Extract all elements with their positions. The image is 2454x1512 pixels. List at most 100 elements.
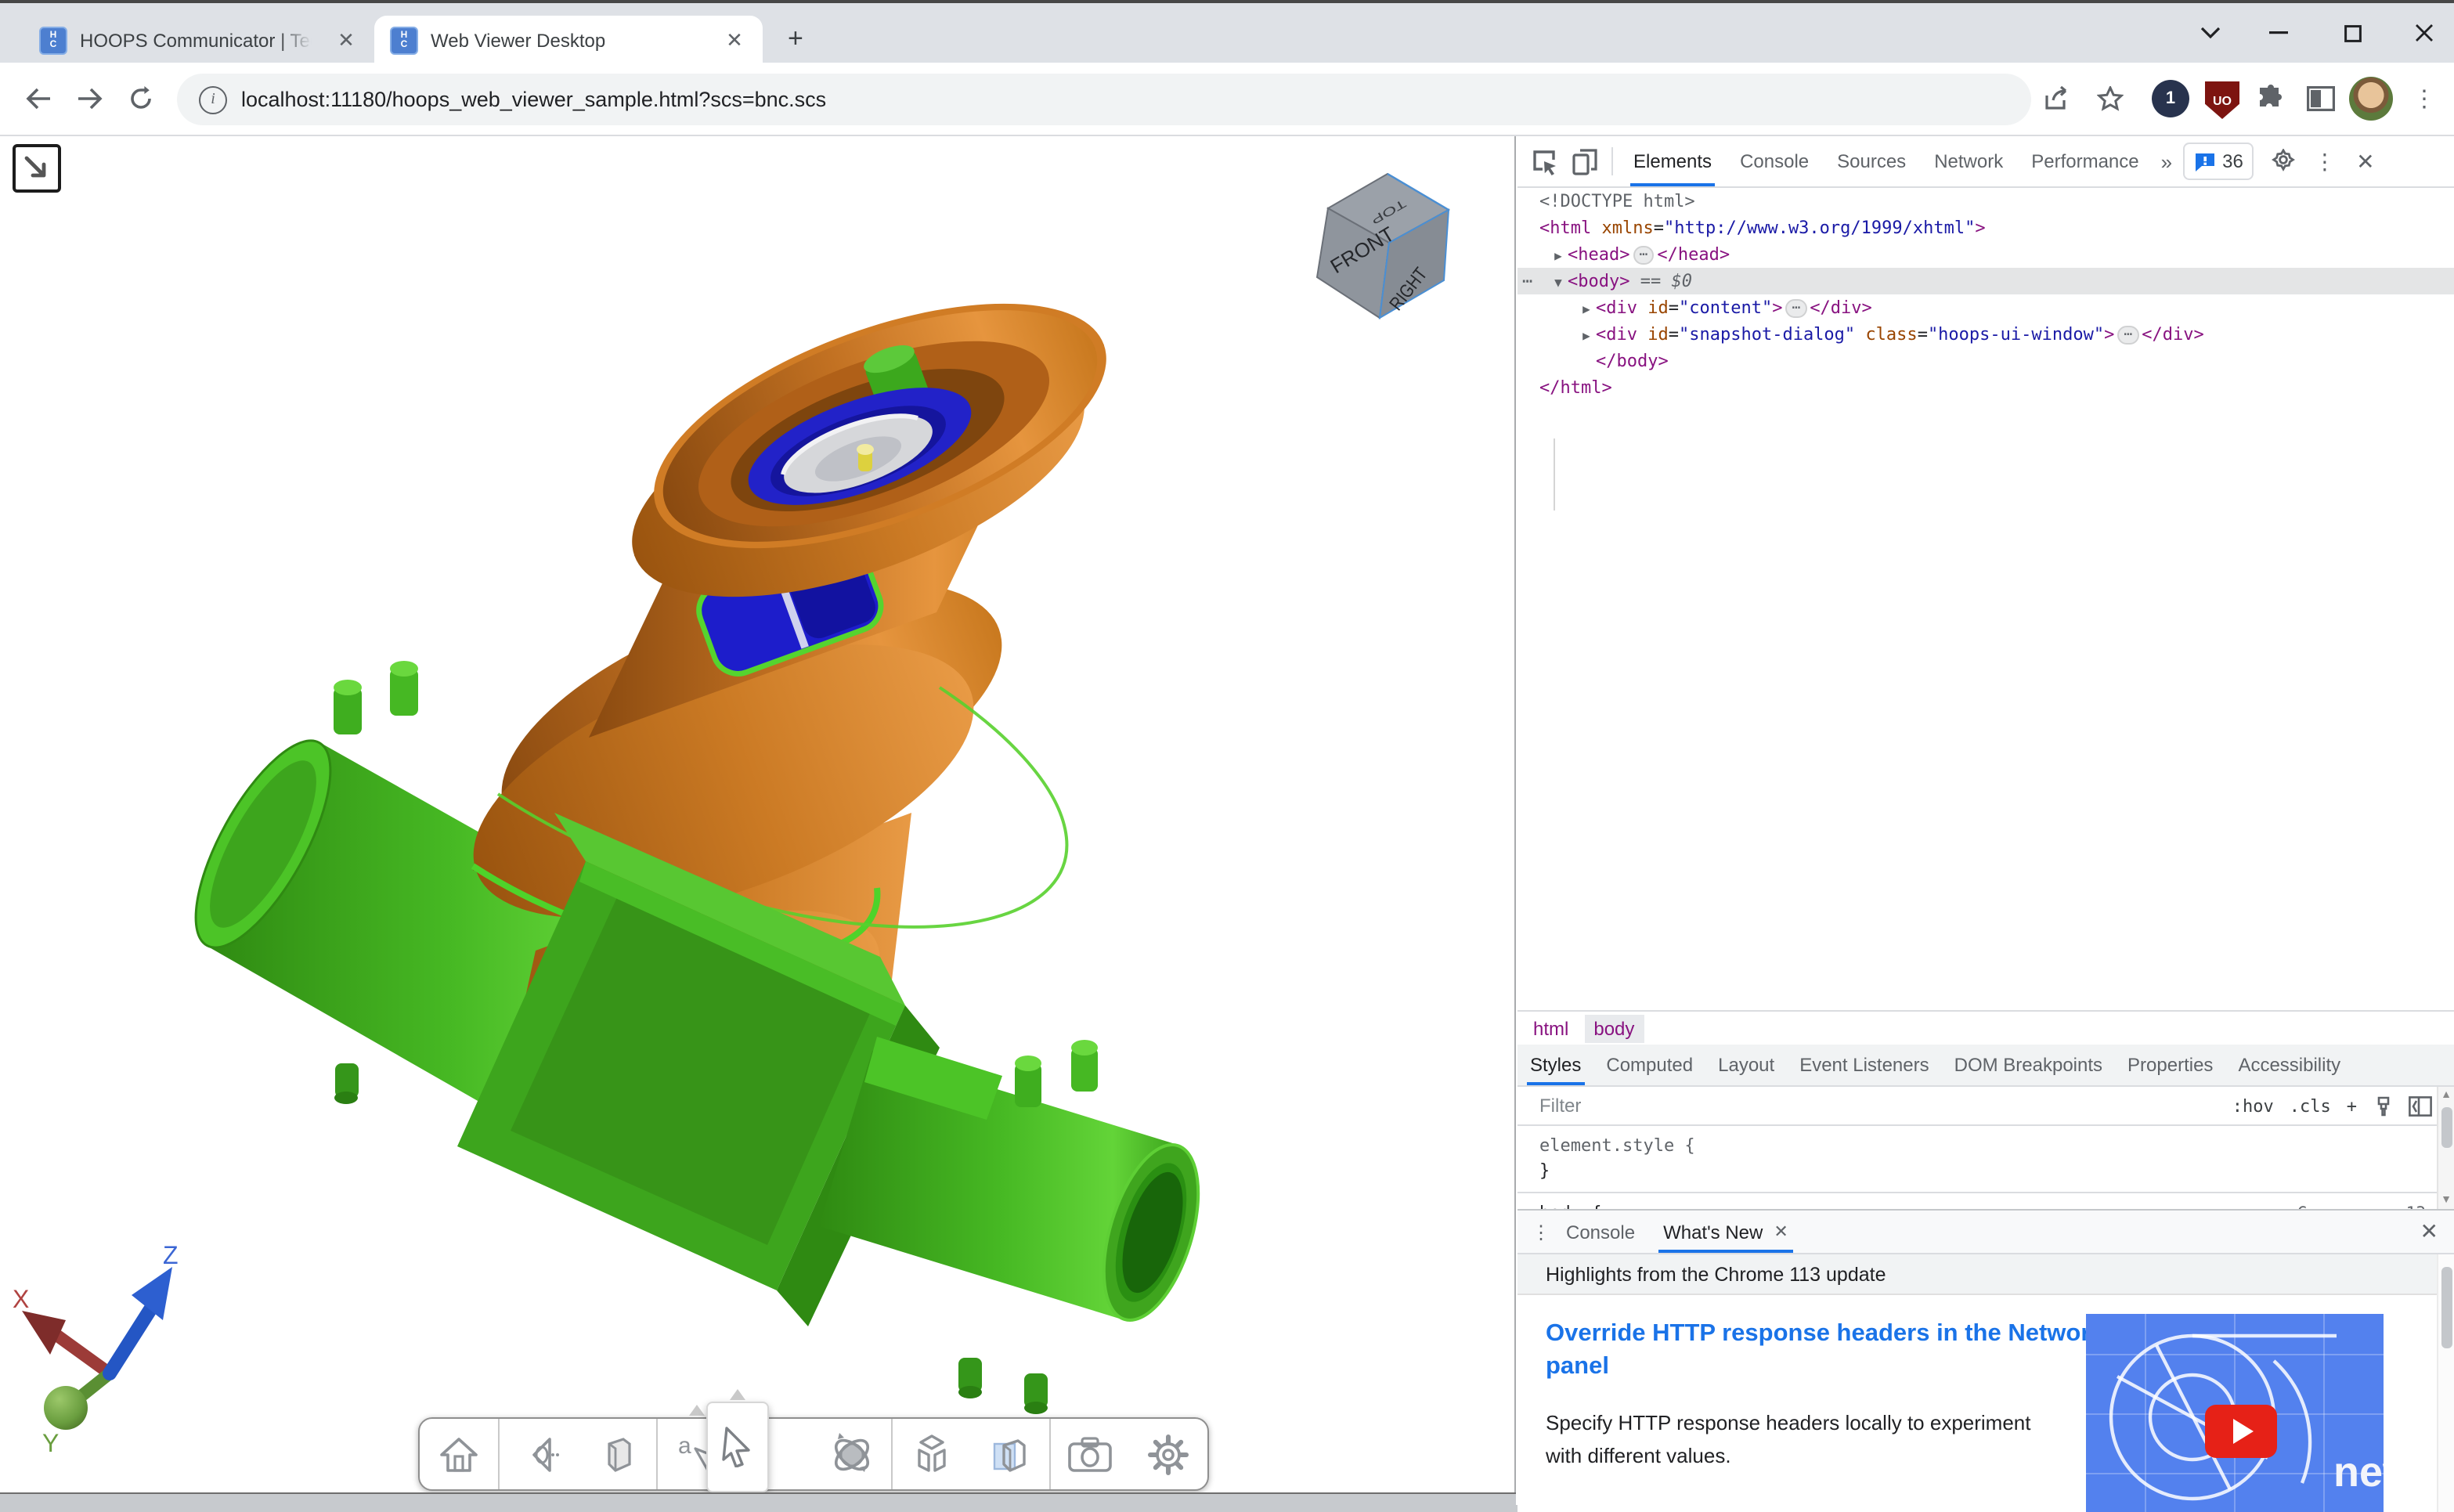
whats-new-article-link[interactable]: Override HTTP response headers in the Ne… [1546, 1317, 2106, 1383]
forward-icon[interactable] [67, 77, 111, 121]
drawer-tab-console[interactable]: Console [1552, 1211, 1649, 1253]
tab-close-icon[interactable]: ✕ [334, 28, 359, 53]
share-icon[interactable] [2036, 77, 2080, 121]
site-info-icon[interactable]: i [199, 85, 227, 114]
collapsed-content-pill[interactable]: … [1785, 299, 1806, 318]
hoops-3d-viewer[interactable]: FRONT RIGHT TOP X Y Z [0, 136, 1516, 1492]
styles-tab-dom-breakpoints[interactable]: DOM Breakpoints [1942, 1045, 2115, 1085]
maximize-button[interactable] [2329, 13, 2376, 53]
drawer-close-icon[interactable]: ✕ [2420, 1218, 2438, 1245]
address-bar[interactable]: i localhost:11180/hoops_web_viewer_sampl… [177, 74, 2031, 125]
devtools-tab-console[interactable]: Console [1726, 136, 1823, 186]
url-text[interactable]: localhost:11180/hoops_web_viewer_sample.… [241, 88, 826, 111]
class-toggle[interactable]: .cls [2290, 1095, 2331, 1116]
new-tab-button[interactable]: + [788, 23, 803, 55]
scroll-thumb[interactable] [2441, 1267, 2452, 1348]
styles-tab-accessibility[interactable]: Accessibility [2225, 1045, 2353, 1085]
render-mode-button[interactable] [578, 1419, 656, 1489]
issues-counter[interactable]: 36 [2183, 143, 2254, 180]
new-style-rule-button[interactable]: + [2347, 1095, 2357, 1116]
devtools-menu-kebab-icon[interactable]: ⋮ [2304, 141, 2345, 182]
model-canvas[interactable]: FRONT RIGHT TOP X Y Z [0, 136, 1516, 1492]
devtools-tab-performance[interactable]: Performance [2017, 136, 2153, 186]
whats-new-thumbnail[interactable]: new [2086, 1314, 2384, 1512]
scroll-down-arrow[interactable]: ▼ [2438, 1195, 2454, 1206]
tree-row[interactable]: <html xmlns="http://www.w3.org/1999/xhtm… [1518, 215, 2454, 241]
tree-row[interactable]: ▶<div id="content">…</div> [1518, 294, 2454, 321]
element-style-selector[interactable]: element.style { [1539, 1135, 1695, 1156]
orbit-button[interactable] [814, 1419, 892, 1489]
inspect-element-icon[interactable] [1524, 141, 1564, 182]
devtools-tab-bar: ElementsConsoleSourcesNetworkPerformance [1619, 136, 2153, 186]
settings-button[interactable] [1129, 1419, 1207, 1489]
device-toolbar-icon[interactable] [1564, 141, 1605, 182]
devtools-settings-gear-icon[interactable] [2264, 141, 2304, 182]
devtools-tab-elements[interactable]: Elements [1619, 136, 1726, 186]
hover-state-toggle[interactable]: :hov [2232, 1095, 2274, 1116]
tree-row[interactable]: </body> [1518, 348, 2454, 374]
extensions-puzzle-icon[interactable] [2249, 77, 2293, 121]
select-button[interactable] [735, 1419, 814, 1489]
nav-cube[interactable]: FRONT RIGHT TOP [1317, 174, 1449, 318]
styles-scrollbar[interactable]: ▲ ▼ [2437, 1087, 2454, 1209]
styles-tab-properties[interactable]: Properties [2115, 1045, 2225, 1085]
styles-tab-layout[interactable]: Layout [1705, 1045, 1787, 1085]
home-button[interactable] [420, 1419, 498, 1489]
expand-arrow-icon[interactable]: ▶ [1577, 322, 1596, 348]
sidebar-position-icon[interactable] [2409, 1095, 2432, 1116]
browser-menu-kebab-icon[interactable]: ⋮ [2402, 77, 2446, 121]
back-icon[interactable] [16, 77, 60, 121]
expand-arrow-icon[interactable]: ▶ [1549, 242, 1568, 269]
tab-close-icon[interactable]: ✕ [722, 28, 747, 53]
overflow-dots[interactable]: ⋯ [1522, 268, 1532, 294]
tab-close-icon[interactable]: ✕ [1774, 1222, 1788, 1242]
axis-triad: X Y Z [13, 1241, 179, 1457]
tree-row[interactable]: <!DOCTYPE html> [1518, 188, 2454, 215]
extension-badge[interactable]: 1 [2152, 80, 2189, 117]
tab-search-chevron-icon[interactable] [2186, 13, 2233, 53]
cutting-plane-button[interactable] [972, 1419, 1050, 1489]
syntax-token: xmlns [1602, 218, 1654, 238]
minimize-button[interactable] [2255, 13, 2302, 53]
drawer-menu-kebab-icon[interactable]: ⋮ [1530, 1221, 1552, 1243]
model-right-tube[interactable] [819, 1037, 1217, 1414]
bookmark-star-icon[interactable] [2088, 77, 2131, 121]
tree-row[interactable]: ⋯▼<body> == $0 [1518, 268, 2454, 294]
more-panels-chevron[interactable]: » [2153, 136, 2180, 186]
rendering-brush-icon[interactable] [2373, 1095, 2394, 1116]
camera-views-button[interactable] [500, 1419, 578, 1489]
explode-button[interactable] [893, 1419, 972, 1489]
tree-row[interactable]: ▶<head>…</head> [1518, 241, 2454, 268]
devtools-tab-network[interactable]: Network [1920, 136, 2017, 186]
styles-tab-event-listeners[interactable]: Event Listeners [1787, 1045, 1941, 1085]
expand-arrow-icon[interactable]: ▶ [1577, 295, 1596, 322]
browser-tab-hoops-communicator[interactable]: HC HOOPS Communicator | Tech Sol ✕ [23, 16, 371, 66]
scroll-up-arrow[interactable]: ▲ [2438, 1090, 2454, 1101]
scroll-thumb[interactable] [2441, 1107, 2452, 1148]
model-tree-toggle-button[interactable] [13, 144, 61, 193]
styles-tab-styles[interactable]: Styles [1518, 1045, 1593, 1085]
devtools-tab-sources[interactable]: Sources [1823, 136, 1920, 186]
drawer-tab-what-s-new[interactable]: What's New✕ [1649, 1211, 1803, 1253]
collapsed-content-pill[interactable]: … [2117, 326, 2138, 345]
ublock-icon[interactable]: UO [2205, 81, 2239, 119]
snapshot-button[interactable] [1052, 1419, 1130, 1489]
reload-icon[interactable] [119, 77, 163, 121]
close-window-button[interactable] [2401, 13, 2448, 53]
syntax-token: <html [1539, 218, 1602, 238]
tree-row[interactable]: ▶<div id="snapshot-dialog" class="hoops-… [1518, 321, 2454, 348]
collapsed-content-pill[interactable]: … [1633, 246, 1655, 265]
profile-avatar[interactable] [2349, 77, 2393, 121]
styles-tab-computed[interactable]: Computed [1593, 1045, 1705, 1085]
filter-input[interactable]: Filter [1539, 1095, 1581, 1117]
side-panel-icon[interactable] [2299, 77, 2343, 121]
expand-arrow-icon[interactable]: ▼ [1549, 269, 1568, 295]
youtube-play-icon[interactable] [2205, 1405, 2277, 1458]
tree-row[interactable]: </html> [1518, 374, 2454, 401]
browser-tab-web-viewer[interactable]: HC Web Viewer Desktop ✕ [374, 16, 763, 66]
syntax-token: = [1654, 218, 1664, 238]
breadcrumb-html[interactable]: html [1524, 1014, 1578, 1042]
devtools-close-icon[interactable]: ✕ [2345, 141, 2386, 182]
breadcrumb-body[interactable]: body [1584, 1014, 1644, 1042]
whats-new-scrollbar[interactable]: ▼ [2437, 1254, 2454, 1512]
